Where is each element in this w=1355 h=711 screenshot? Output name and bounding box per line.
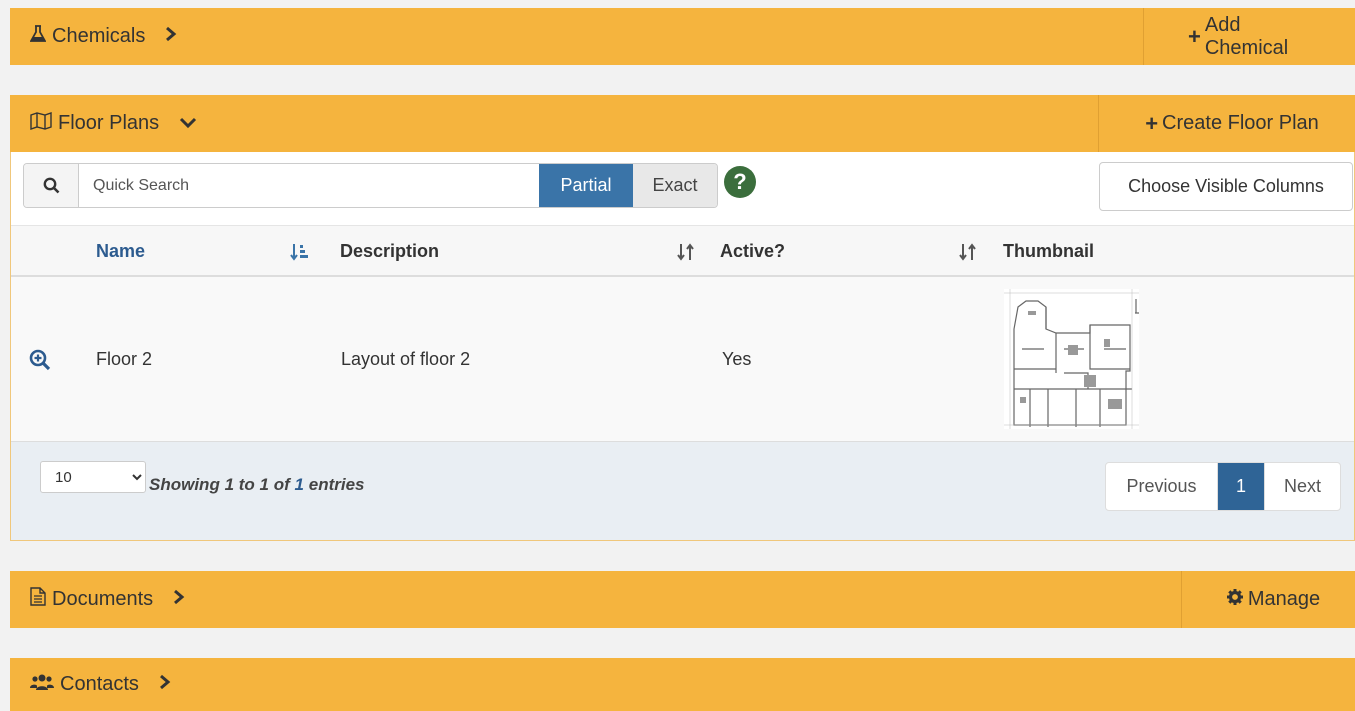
documents-panel-header: Documents Manage: [10, 571, 1355, 628]
chevron-right-icon: [159, 673, 171, 696]
users-icon: [30, 673, 54, 697]
sort-icon[interactable]: [676, 243, 696, 266]
previous-page-button[interactable]: Previous: [1106, 463, 1218, 510]
plus-icon: +: [1145, 110, 1159, 136]
info-to-word: to: [238, 475, 255, 494]
manage-label: Manage: [1247, 588, 1321, 610]
table-header: Name Description Active? Thumbnail: [11, 225, 1354, 277]
help-icon[interactable]: ?: [724, 166, 756, 198]
column-header-description[interactable]: Description: [340, 226, 439, 276]
cell-active: Yes: [722, 349, 752, 369]
chevron-down-icon: [179, 112, 197, 135]
gear-icon: [1226, 588, 1243, 611]
exact-match-button[interactable]: Exact: [633, 164, 717, 207]
plus-icon: +: [1188, 23, 1201, 49]
contacts-panel-toggle[interactable]: Contacts: [10, 673, 171, 697]
column-header-active[interactable]: Active?: [720, 226, 785, 276]
sort-ascending-icon[interactable]: [290, 243, 312, 266]
partial-match-button[interactable]: Partial: [539, 164, 633, 207]
search-icon: [24, 164, 79, 207]
flask-icon: [29, 24, 47, 49]
info-of-word: of: [273, 475, 290, 494]
info-prefix: Showing: [149, 475, 220, 494]
cell-name: Floor 2: [96, 349, 153, 369]
floor-plans-panel-header: Floor Plans + Create Floor Plan: [10, 95, 1355, 152]
contacts-title: Contacts: [60, 673, 139, 695]
info-suffix: entries: [308, 475, 365, 494]
info-from: 1: [224, 475, 235, 494]
next-page-button[interactable]: Next: [1264, 463, 1340, 510]
info-total: 1: [294, 475, 304, 494]
manage-documents-button[interactable]: Manage: [1181, 571, 1355, 628]
documents-title: Documents: [52, 588, 154, 610]
table-toolbar: Partial Exact ? Choose Visible Columns: [11, 152, 1354, 225]
table-row: Floor 2 Layout of floor 2 Yes: [11, 277, 1354, 442]
sort-icon[interactable]: [958, 243, 978, 266]
create-floor-plan-label: Create Floor Plan: [1162, 112, 1319, 134]
cell-description: Layout of floor 2: [341, 349, 471, 369]
quick-search-input[interactable]: [79, 164, 539, 207]
pagination: Previous 1 Next: [1105, 462, 1341, 511]
quick-search-group: Partial Exact: [23, 163, 718, 208]
chemicals-title: Chemicals: [52, 25, 146, 47]
floor-plans-title: Floor Plans: [58, 112, 160, 134]
column-header-thumbnail: Thumbnail: [1003, 240, 1094, 261]
documents-panel-toggle[interactable]: Documents: [10, 587, 185, 612]
floor-plan-thumbnail[interactable]: [1004, 289, 1139, 429]
add-chemical-button[interactable]: + Add Chemical: [1143, 8, 1355, 65]
floor-plans-panel-toggle[interactable]: Floor Plans: [10, 111, 197, 136]
chemicals-panel-toggle[interactable]: Chemicals: [10, 24, 177, 49]
zoom-in-icon[interactable]: [29, 277, 51, 442]
chemicals-panel-header: Chemicals + Add Chemical: [10, 8, 1355, 65]
choose-visible-columns-button[interactable]: Choose Visible Columns: [1099, 162, 1353, 211]
floor-plans-panel-body: Partial Exact ? Choose Visible Columns N…: [10, 152, 1355, 541]
column-header-name[interactable]: Name: [96, 226, 145, 276]
contacts-panel-header: Contacts: [10, 658, 1355, 711]
entries-info: Showing 1 to 1 of 1 entries: [149, 475, 364, 495]
chevron-right-icon: [173, 588, 185, 611]
map-icon: [30, 111, 52, 136]
chevron-right-icon: [165, 25, 177, 48]
info-to: 1: [259, 475, 270, 494]
add-chemical-label: Add Chemical: [1204, 13, 1289, 59]
file-text-icon: [30, 587, 46, 612]
table-footer: 10 Showing 1 to 1 of 1 entries Previous …: [11, 442, 1354, 540]
page-1-button[interactable]: 1: [1218, 463, 1264, 510]
create-floor-plan-button[interactable]: + Create Floor Plan: [1098, 95, 1355, 152]
page-size-select[interactable]: 10: [40, 461, 146, 493]
